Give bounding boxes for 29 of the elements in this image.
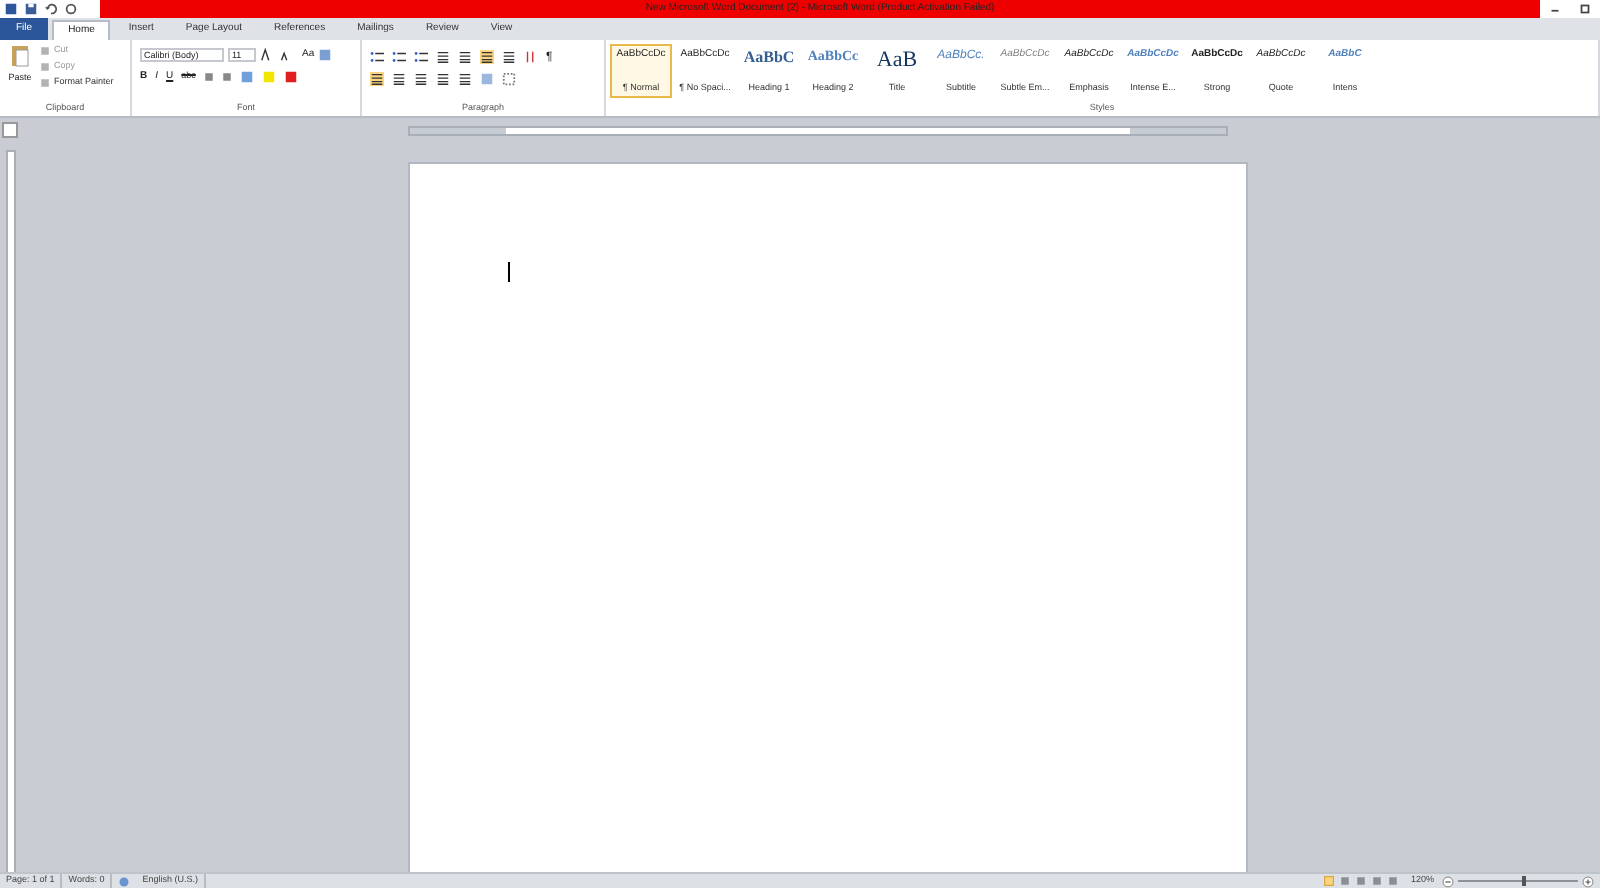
justify-icon[interactable] [436,72,450,86]
word-app-icon[interactable] [4,2,18,16]
sort-icon[interactable] [524,50,538,64]
numbering-icon[interactable] [392,50,406,64]
undo-icon[interactable] [44,2,58,16]
clear-formatting-icon[interactable] [318,48,333,63]
line-spacing-icon[interactable] [458,72,472,86]
maximize-icon[interactable] [1578,2,1592,16]
rtl-icon[interactable] [502,50,516,64]
text-effects-icon[interactable] [239,69,254,84]
redo-icon[interactable] [64,2,78,16]
borders-icon[interactable] [502,72,516,86]
multilevel-list-icon[interactable] [414,50,428,64]
save-icon[interactable] [24,2,38,16]
increase-indent-icon[interactable] [458,50,472,64]
ruler-toggle[interactable] [2,122,18,138]
grow-font-icon[interactable] [260,48,274,63]
font-color-icon[interactable] [283,69,298,84]
zoom-in-icon[interactable] [1582,875,1594,887]
align-right-icon[interactable] [414,72,428,86]
align-center-icon[interactable] [392,72,406,86]
align-left-icon[interactable] [370,72,384,86]
shrink-font-icon[interactable] [278,48,292,63]
zoom-out-icon[interactable] [1442,875,1454,887]
text-cursor [508,262,510,282]
decrease-indent-icon[interactable] [436,50,450,64]
clipboard-icon[interactable] [10,44,30,68]
bullets-icon[interactable] [370,50,384,64]
ltr-icon[interactable] [480,50,494,64]
